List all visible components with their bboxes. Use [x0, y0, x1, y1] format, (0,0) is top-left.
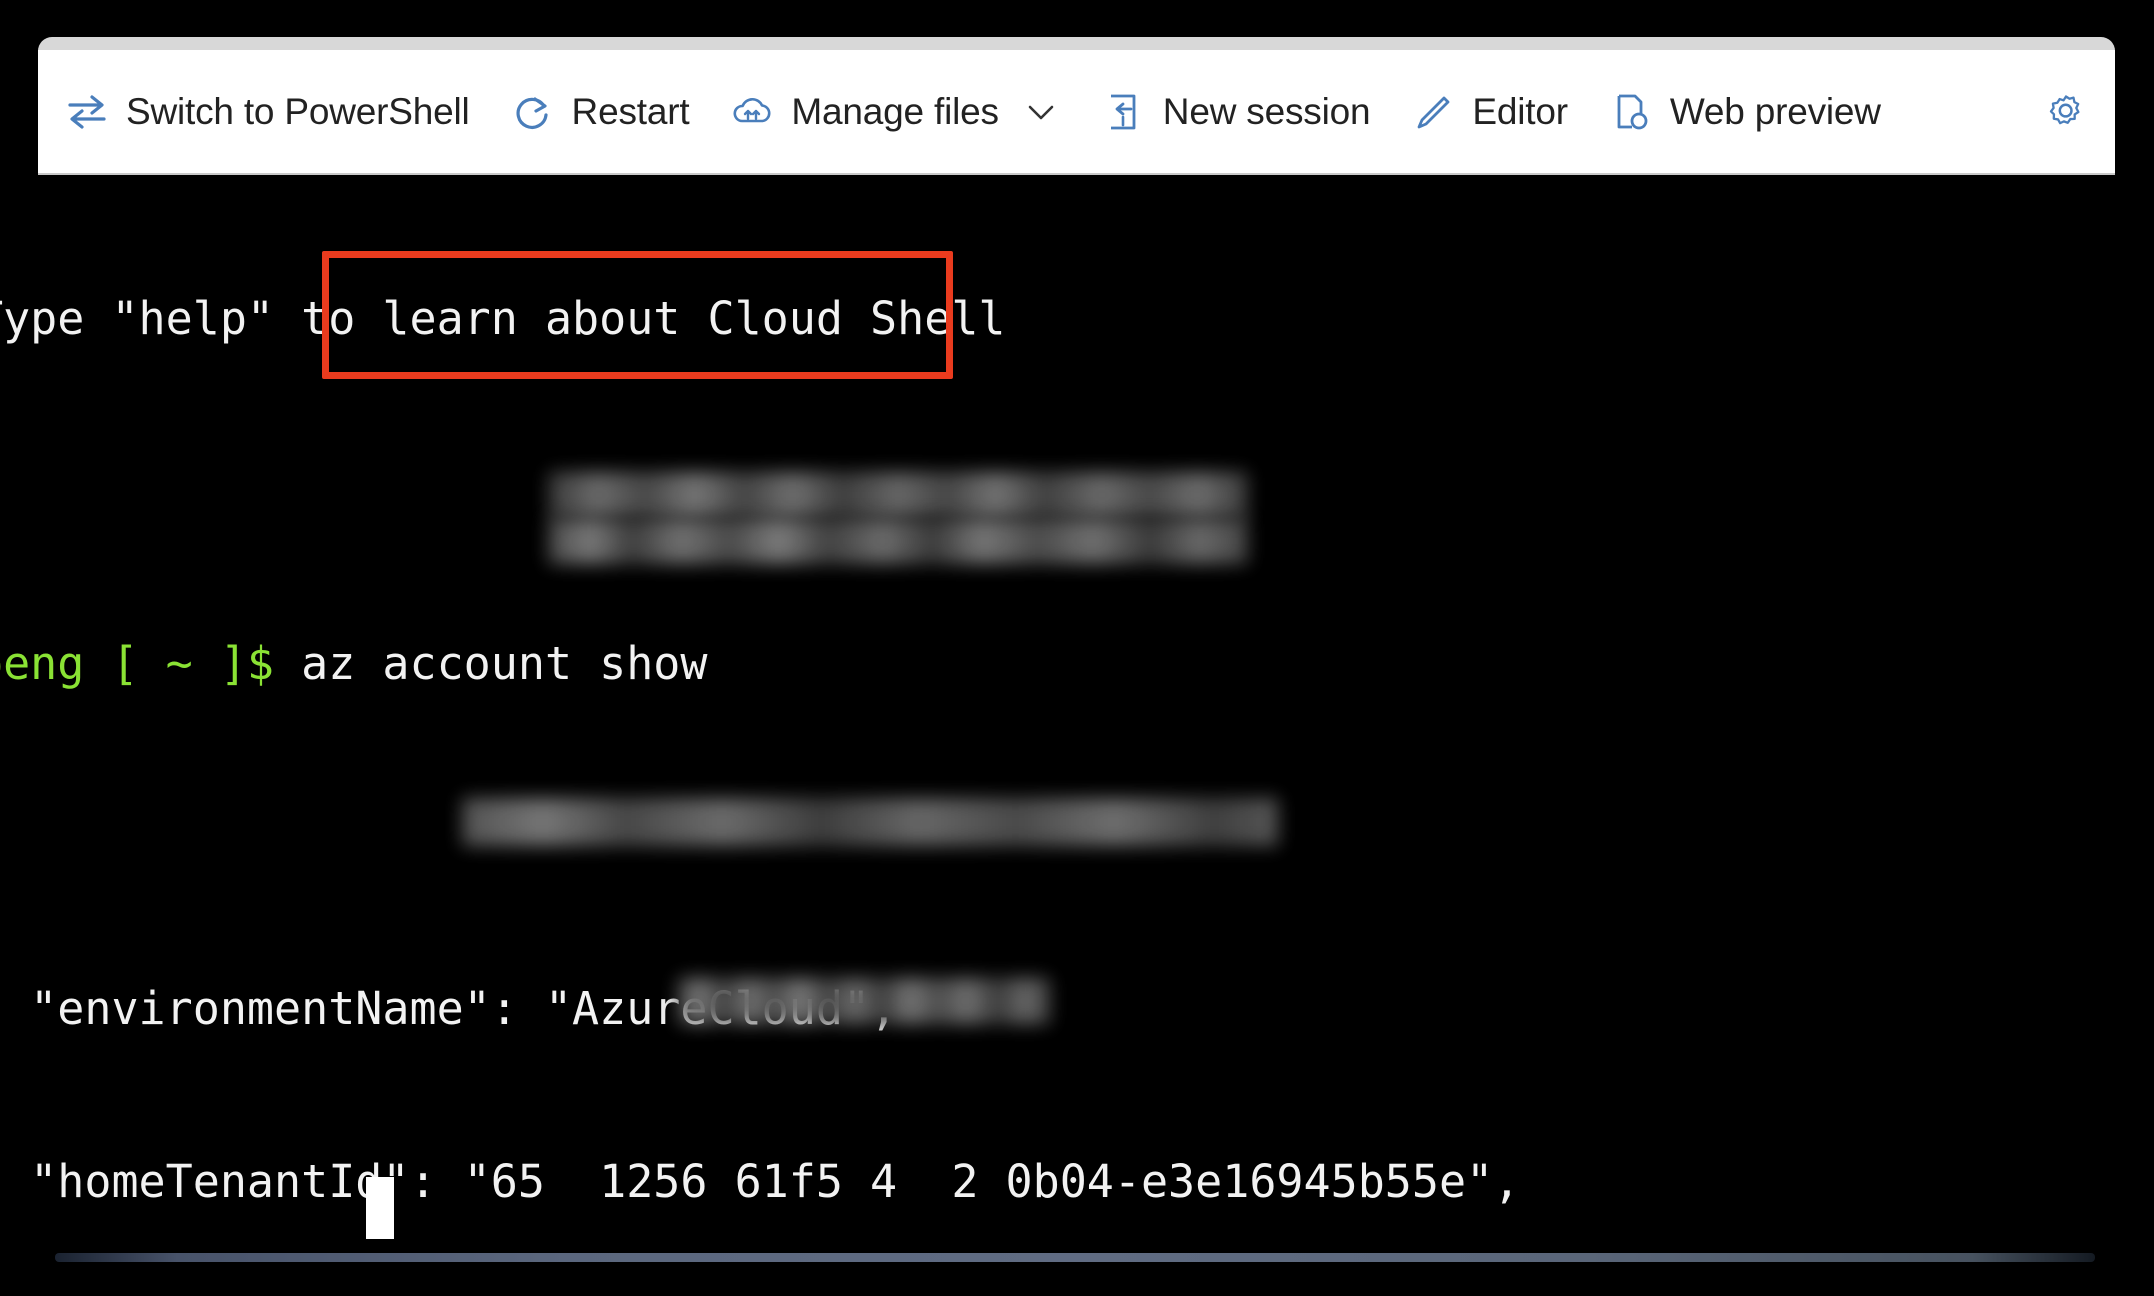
manage-files-button[interactable]: Manage files — [729, 89, 1060, 135]
swap-icon — [64, 89, 110, 135]
terminal-line: "homeTenantId": "65 1256 61f5 4 2 0b04-e… — [0, 1153, 1520, 1211]
cloud-shell-toolbar: Switch to PowerShell Restart Manage file… — [38, 50, 2115, 175]
shell-prompt: peng [ ~ ]$ — [0, 637, 275, 690]
cloud-shell-window-frame: Switch to PowerShell Restart Manage file… — [38, 37, 2115, 175]
user-name-blur — [678, 978, 1050, 1024]
home-tenant-id-blur — [548, 472, 1248, 518]
new-session-button[interactable]: New session — [1101, 89, 1371, 135]
terminal-line-text: Type "help" to learn about Cloud Shell — [0, 292, 1006, 345]
restart-icon — [510, 89, 556, 135]
cloud-shell-terminal[interactable]: Type "help" to learn about Cloud Shell p… — [0, 175, 2154, 1265]
shell-command: az account show — [274, 637, 708, 690]
terminal-prompt-line: peng [ ~ ]$ az account show — [0, 635, 1520, 693]
chevron-down-icon[interactable] — [1021, 92, 1061, 132]
new-session-label: New session — [1162, 90, 1371, 132]
switch-to-powershell-label: Switch to PowerShell — [126, 90, 470, 132]
web-preview-icon — [1608, 89, 1654, 135]
editor-label: Editor — [1472, 90, 1568, 132]
terminal-cursor — [366, 1177, 394, 1239]
web-preview-label: Web preview — [1669, 90, 1881, 132]
restart-button[interactable]: Restart — [510, 89, 690, 135]
manage-files-label: Manage files — [791, 90, 999, 132]
cloud-upload-icon — [729, 89, 775, 135]
web-preview-button[interactable]: Web preview — [1608, 89, 1881, 135]
settings-button[interactable] — [2043, 89, 2089, 135]
terminal-line: Type "help" to learn about Cloud Shell — [0, 290, 1520, 348]
switch-to-powershell-button[interactable]: Switch to PowerShell — [64, 89, 470, 135]
restart-label: Restart — [571, 90, 690, 132]
tenant-id-blur — [462, 798, 1278, 846]
gear-icon — [2043, 89, 2089, 135]
terminal-line-text: "homeTenantId": "65 1256 61f5 4 2 0b04-e… — [0, 1154, 1521, 1208]
terminal-bottom-scrollbar[interactable] — [55, 1253, 2095, 1262]
subscription-id-blur — [548, 518, 1248, 564]
terminal-output: Type "help" to learn about Cloud Shell p… — [0, 175, 1520, 1265]
pencil-icon — [1410, 89, 1456, 135]
editor-button[interactable]: Editor — [1410, 89, 1568, 135]
new-session-icon — [1101, 89, 1147, 135]
terminal-line-text: { — [0, 810, 3, 863]
